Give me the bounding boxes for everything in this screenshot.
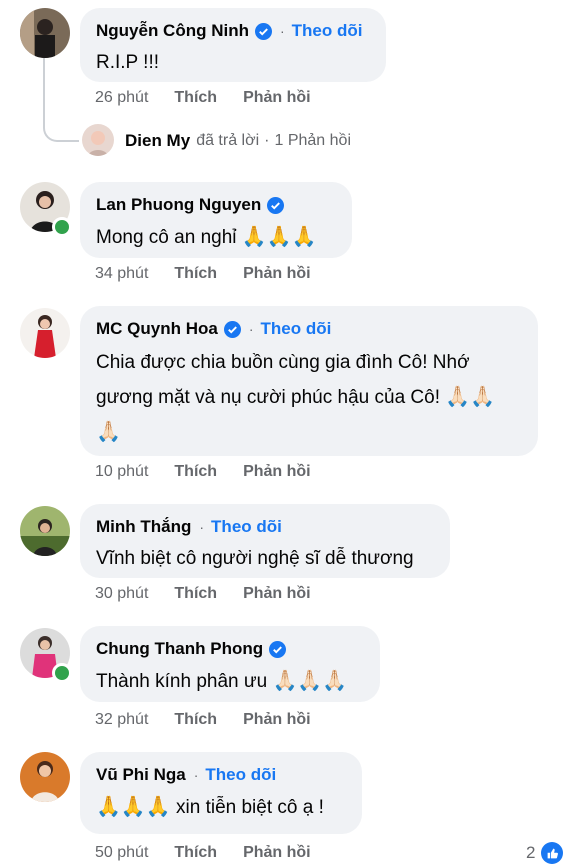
avatar-image — [20, 752, 70, 802]
follow-button[interactable]: Theo dõi — [205, 764, 276, 786]
follow-button[interactable]: Theo dõi — [211, 516, 282, 538]
comment-text: Vĩnh biệt cô người nghệ sĩ dễ thương — [96, 548, 414, 569]
avatar[interactable] — [20, 506, 70, 556]
commenter-name[interactable]: Lan Phuong Nguyen — [96, 194, 261, 216]
like-button[interactable]: Thích — [174, 711, 217, 729]
reply-button[interactable]: Phản hồi — [243, 265, 311, 283]
like-button[interactable]: Thích — [174, 89, 217, 107]
comment-time[interactable]: 34 phút — [95, 265, 148, 283]
reply-button[interactable]: Phản hồi — [243, 711, 311, 729]
like-button[interactable]: Thích — [174, 265, 217, 283]
comment-text: Mong cô an nghỉ 🙏🙏🙏 — [96, 226, 317, 248]
praying-hands-emoji: 🙏🙏🙏 — [241, 226, 317, 248]
comment-actions: 26 phút Thích Phản hồi — [95, 89, 337, 107]
comment-bubble: Vũ Phi Nga · Theo dõi 🙏🙏🙏 xin tiễn biệt … — [80, 752, 362, 834]
reply-button[interactable]: Phản hồi — [243, 89, 311, 107]
comment-actions: 32 phút Thích Phản hồi — [95, 711, 337, 729]
comment-time[interactable]: 26 phút — [95, 89, 148, 107]
verified-badge-icon — [254, 22, 272, 40]
commenter-name[interactable]: MC Quynh Hoa — [96, 318, 218, 340]
reply-action: đã trả lời — [196, 132, 260, 149]
reaction-count: 2 — [526, 843, 536, 862]
comment-time[interactable]: 50 phút — [95, 844, 148, 862]
avatar-image — [20, 506, 70, 556]
avatar-image — [20, 8, 70, 58]
commenter-name[interactable]: Nguyễn Công Ninh — [96, 20, 249, 42]
comment-time[interactable]: 30 phút — [95, 585, 148, 603]
like-button[interactable]: Thích — [174, 844, 217, 862]
comment-bubble: Chung Thanh Phong Thành kính phân ưu 🙏🏻🙏… — [80, 626, 380, 702]
commenter-name[interactable]: Minh Thắng — [96, 516, 191, 538]
praying-hands-emoji: 🙏🏻 — [96, 421, 121, 443]
online-status-indicator — [52, 663, 72, 683]
comment-actions: 30 phút Thích Phản hồi — [95, 585, 337, 603]
reply-count[interactable]: 1 Phản hồi — [274, 132, 351, 150]
comment-time[interactable]: 10 phút — [95, 463, 148, 481]
avatar[interactable] — [20, 8, 70, 58]
online-status-indicator — [52, 217, 72, 237]
comment-bubble: Minh Thắng · Theo dõi Vĩnh biệt cô người… — [80, 504, 450, 578]
reaction-summary[interactable]: 2 — [526, 842, 564, 864]
like-button[interactable]: Thích — [174, 463, 217, 481]
follow-button[interactable]: Theo dõi — [261, 318, 332, 340]
avatar-image — [82, 124, 114, 156]
reply-button[interactable]: Phản hồi — [243, 585, 311, 603]
comment-bubble: MC Quynh Hoa · Theo dõi Chia được chia b… — [80, 306, 538, 456]
like-button[interactable]: Thích — [174, 585, 217, 603]
reply-author[interactable]: Dien My — [125, 131, 190, 151]
comment-bubble: Nguyễn Công Ninh · Theo dõi R.I.P !!! — [80, 8, 386, 82]
reply-button[interactable]: Phản hồi — [243, 844, 311, 862]
reply-thread[interactable]: Dien My đã trả lời · 1 Phản hồi — [125, 131, 351, 151]
comment-bubble: Lan Phuong Nguyen Mong cô an nghỉ 🙏🙏🙏 — [80, 182, 352, 258]
verified-badge-icon — [267, 196, 285, 214]
reply-button[interactable]: Phản hồi — [243, 463, 311, 481]
reply-thread-line — [43, 58, 79, 142]
comment-time[interactable]: 32 phút — [95, 711, 148, 729]
comment-text: 🙏🙏🙏 xin tiễn biệt cô ạ ! — [96, 796, 324, 818]
like-reaction-icon — [541, 842, 564, 864]
verified-badge-icon — [269, 640, 287, 658]
comment-text: Chia được chia buồn cùng gia đình Cô! Nh… — [96, 346, 522, 449]
comment-text: Thành kính phân ưu 🙏🏻🙏🏻🙏🏻 — [96, 670, 348, 692]
commenter-name[interactable]: Vũ Phi Nga — [96, 764, 186, 786]
comment-text: R.I.P !!! — [96, 52, 160, 73]
praying-hands-emoji: 🙏🙏🙏 — [96, 796, 171, 818]
commenter-name[interactable]: Chung Thanh Phong — [96, 638, 263, 660]
comment-actions: 34 phút Thích Phản hồi — [95, 265, 337, 283]
follow-button[interactable]: Theo dõi — [292, 20, 363, 42]
comment-actions: 50 phút Thích Phản hồi — [95, 844, 337, 862]
avatar-image — [20, 308, 70, 358]
reply-avatar[interactable] — [82, 124, 114, 156]
comment-actions: 10 phút Thích Phản hồi — [95, 463, 337, 481]
avatar[interactable] — [20, 752, 70, 802]
verified-badge-icon — [223, 320, 241, 338]
praying-hands-emoji: 🙏🏻🙏🏻🙏🏻 — [272, 670, 348, 692]
avatar[interactable] — [20, 308, 70, 358]
praying-hands-emoji: 🙏🏻🙏🏻 — [445, 386, 496, 408]
